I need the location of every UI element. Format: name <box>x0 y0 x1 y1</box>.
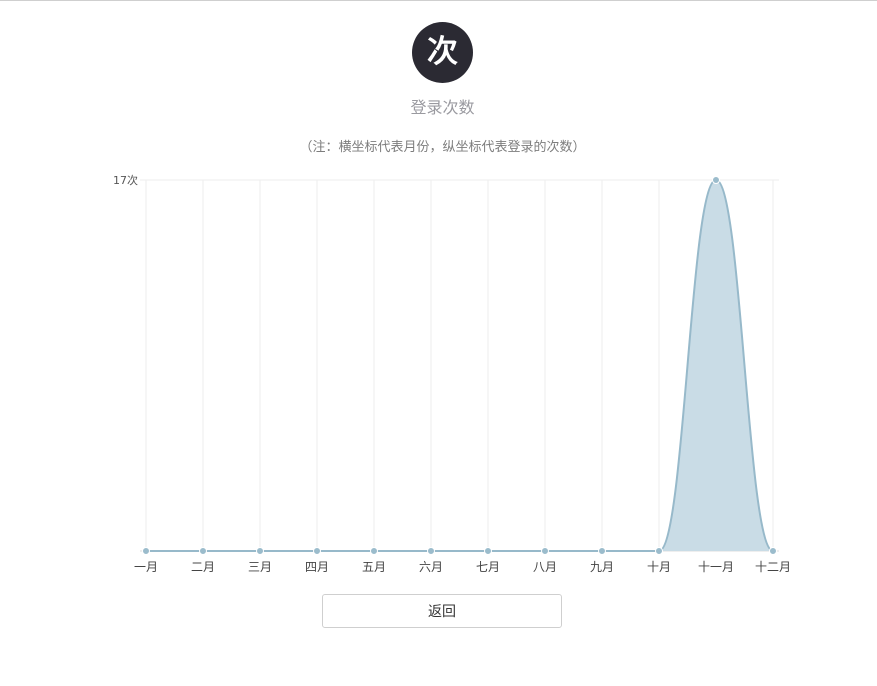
page: 次 登录次数 （注：横坐标代表月份，纵坐标代表登录的次数） 17次 一月 二月 三月… <box>0 0 877 686</box>
x-tick-label: 四月 <box>305 560 329 574</box>
back-button[interactable]: 返回 <box>322 594 562 628</box>
data-point[interactable] <box>598 547 606 555</box>
data-point[interactable] <box>541 547 549 555</box>
x-tick-label: 九月 <box>590 560 614 574</box>
x-tick-labels: 一月 二月 三月 四月 五月 六月 七月 八月 九月 十月 十一月 十二月 <box>134 560 791 574</box>
x-tick-label: 三月 <box>248 560 272 574</box>
data-point[interactable] <box>199 547 207 555</box>
data-point[interactable] <box>370 547 378 555</box>
data-point[interactable] <box>313 547 321 555</box>
data-point[interactable] <box>655 547 663 555</box>
x-tick-label: 六月 <box>419 560 443 574</box>
data-point[interactable] <box>769 547 777 555</box>
x-tick-label: 十月 <box>647 560 671 574</box>
data-point[interactable] <box>484 547 492 555</box>
x-tick-label: 五月 <box>362 560 386 574</box>
x-tick-label: 十二月 <box>755 560 791 574</box>
data-point[interactable] <box>427 547 435 555</box>
data-point[interactable] <box>712 176 720 184</box>
y-axis-max-label: 17次 <box>113 173 138 187</box>
x-tick-label: 二月 <box>191 560 215 574</box>
area-fill <box>146 180 773 551</box>
x-tick-label: 八月 <box>533 560 557 574</box>
data-point[interactable] <box>142 547 150 555</box>
data-point[interactable] <box>256 547 264 555</box>
x-tick-label: 七月 <box>476 560 500 574</box>
x-tick-label: 十一月 <box>698 560 734 574</box>
x-tick-label: 一月 <box>134 560 158 574</box>
login-count-chart: 17次 一月 二月 三月 四月 五月 六月 七月 八月 九月 十月 十一月 十二月 <box>113 173 791 574</box>
